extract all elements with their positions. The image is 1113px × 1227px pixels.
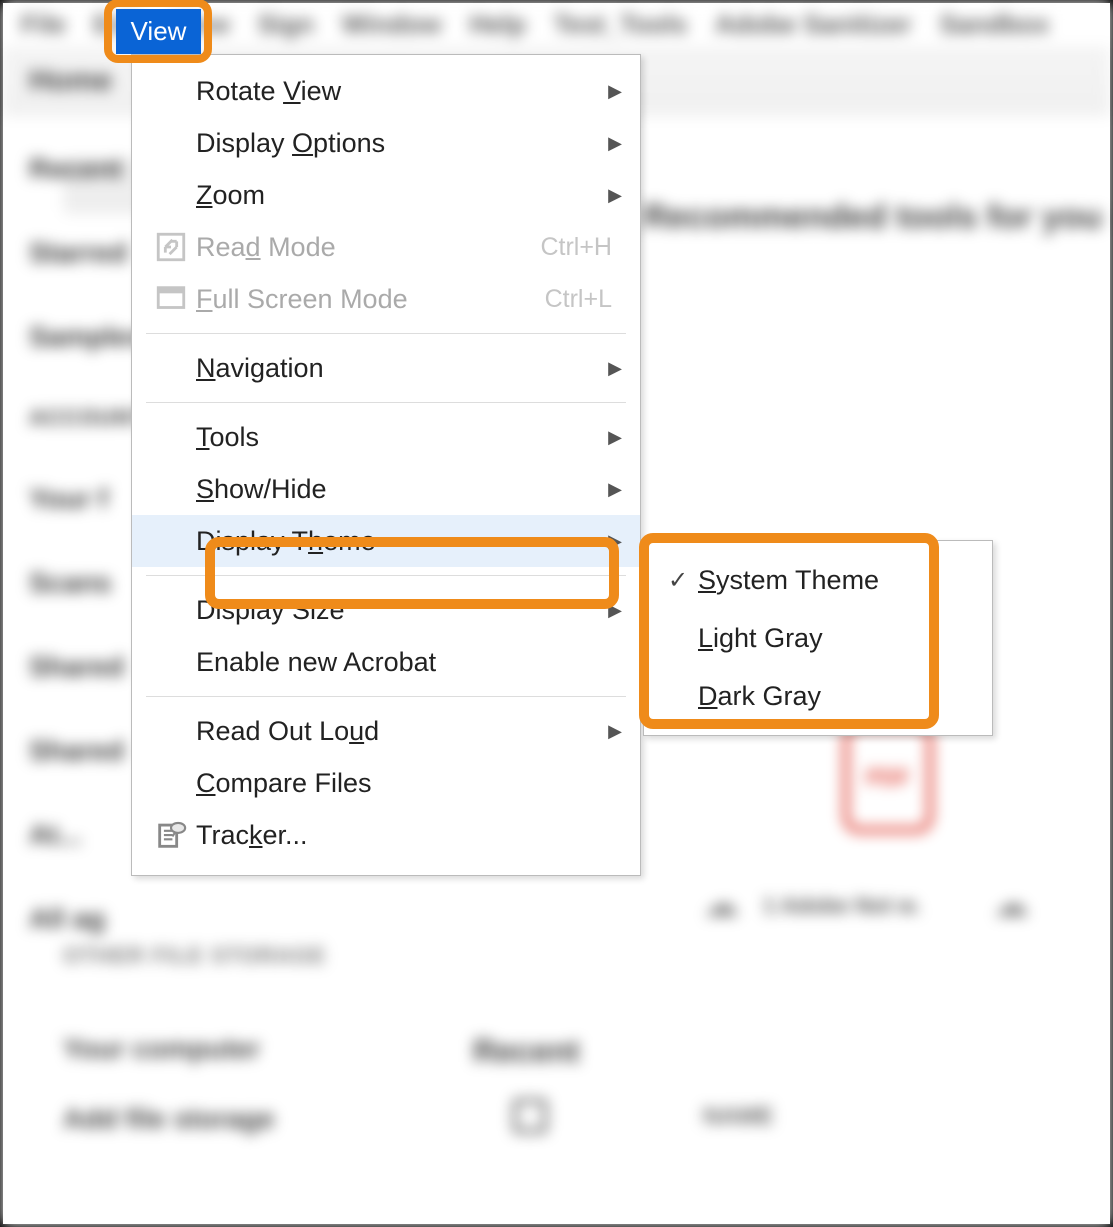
submenu-arrow-icon: ▶ (608, 427, 622, 448)
menu-label: Full Screen Mode (196, 284, 545, 315)
sidebar-item-blur: All ag (29, 903, 409, 935)
menu-read-mode: Read Mode Ctrl+H (132, 221, 640, 273)
menu-label: Zoom (196, 180, 620, 211)
full-screen-icon (146, 282, 196, 316)
section-heading-blur: Recent (473, 1033, 580, 1070)
menu-tracker[interactable]: Tracker... (132, 809, 640, 861)
menu-display-size[interactable]: Display Size ▶ (132, 584, 640, 636)
sidebar-category-blur: OTHER FILE STORAGE (63, 943, 326, 969)
submenu-arrow-icon: ▶ (608, 133, 622, 154)
menubar-item: Window (342, 9, 441, 40)
submenu-label: Light Gray (698, 623, 972, 654)
menu-separator (146, 402, 626, 403)
pdf-thumbnail-blur: PDF (843, 723, 933, 833)
view-menu: Rotate View ▶ Display Options ▶ Zoom ▶ R… (131, 54, 641, 876)
menu-show-hide[interactable]: Show/Hide ▶ (132, 463, 640, 515)
menu-label: Compare Files (196, 768, 620, 799)
app-frame: File Edit View Sign Window Help Test_Too… (0, 0, 1113, 1227)
submenu-arrow-icon: ▶ (608, 81, 622, 102)
menu-zoom[interactable]: Zoom ▶ (132, 169, 640, 221)
menu-display-theme[interactable]: Display Theme ▶ (132, 515, 640, 567)
submenu-label: Dark Gray (698, 681, 972, 712)
menubar-item: File (21, 9, 66, 40)
tracker-icon (146, 818, 196, 852)
submenu-arrow-icon: ▶ (608, 358, 622, 379)
cloud-icon: ☁ (993, 883, 1029, 925)
checkbox-blur (513, 1099, 547, 1133)
sidebar-item-blur: Add file storage (63, 1103, 275, 1135)
menu-enable-new-acrobat[interactable]: Enable new Acrobat (132, 636, 640, 688)
theme-dark-gray[interactable]: Dark Gray (644, 667, 992, 725)
cloud-icon: ☁ (703, 883, 739, 925)
theme-light-gray[interactable]: Light Gray (644, 609, 992, 667)
menu-label: Tracker... (196, 820, 620, 851)
read-mode-icon (146, 230, 196, 264)
submenu-arrow-icon: ▶ (608, 531, 622, 552)
recommended-heading-blur: Recommended tools for you (643, 198, 1102, 237)
menu-label: Display Size (196, 595, 620, 626)
menu-label: Read Out Loud (196, 716, 620, 747)
menu-read-out-loud[interactable]: Read Out Loud ▶ (132, 705, 640, 757)
menu-label: Rotate View (196, 76, 620, 107)
menu-separator (146, 696, 626, 697)
menu-full-screen: Full Screen Mode Ctrl+L (132, 273, 640, 325)
menu-separator (146, 575, 626, 576)
menu-label: Read Mode (196, 232, 540, 263)
theme-system[interactable]: ✓ System Theme (644, 551, 992, 609)
checkmark-icon: ✓ (658, 566, 698, 595)
menu-label: Navigation (196, 353, 620, 384)
menubar-item: Adobe Sanitizer (715, 9, 911, 40)
menu-label: Display Options (196, 128, 620, 159)
column-header-blur: NAME (703, 1103, 774, 1131)
menubar-item: Sign (258, 9, 314, 40)
menu-label: Display Theme (196, 526, 620, 557)
menu-shortcut: Ctrl+L (545, 285, 612, 314)
annotation-highlight-view (104, 0, 212, 63)
menu-tools[interactable]: Tools ▶ (132, 411, 640, 463)
menu-display-options[interactable]: Display Options ▶ (132, 117, 640, 169)
menu-navigation[interactable]: Navigation ▶ (132, 342, 640, 394)
menu-rotate-view[interactable]: Rotate View ▶ (132, 65, 640, 117)
file-name-blur: 1 Adobe Not w. (763, 893, 920, 919)
menu-compare-files[interactable]: Compare Files (132, 757, 640, 809)
submenu-arrow-icon: ▶ (608, 185, 622, 206)
sidebar-item-blur: Your computer (63, 1033, 260, 1065)
submenu-arrow-icon: ▶ (608, 721, 622, 742)
submenu-arrow-icon: ▶ (608, 479, 622, 500)
display-theme-submenu: ✓ System Theme Light Gray Dark Gray (643, 540, 993, 736)
menu-label: Tools (196, 422, 620, 453)
submenu-arrow-icon: ▶ (608, 600, 622, 621)
menubar-item: Sandbox (940, 9, 1050, 40)
menu-shortcut: Ctrl+H (540, 233, 612, 262)
menu-label: Enable new Acrobat (196, 647, 620, 678)
menu-separator (146, 333, 626, 334)
menu-label: Show/Hide (196, 474, 620, 505)
menubar-item: Test_Tools (554, 9, 687, 40)
menubar-item: Help (469, 9, 525, 40)
submenu-label: System Theme (698, 565, 972, 596)
tab-item: Home (29, 64, 112, 98)
